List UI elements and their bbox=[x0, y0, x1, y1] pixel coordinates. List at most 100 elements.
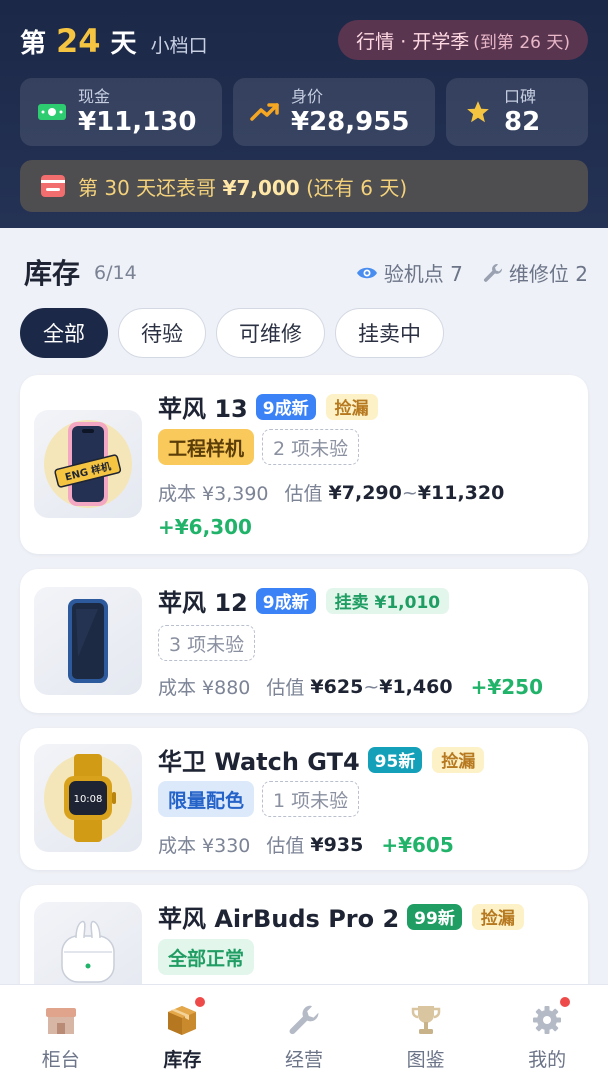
debt-text: 第 30 天还表哥 ¥7,000 (还有 6 天) bbox=[78, 172, 407, 201]
market-event-until: (到第 26 天) bbox=[473, 32, 570, 53]
listed-price-badge: 挂卖 ¥1,010 bbox=[325, 587, 450, 614]
profit-value: +¥605 bbox=[381, 832, 454, 857]
phone-icon: ENG 样机 bbox=[44, 420, 132, 508]
notification-dot bbox=[193, 995, 208, 1009]
debt-amount: ¥7,000 bbox=[222, 175, 300, 200]
inventory-item-card[interactable]: 10:08 华卫 Watch GT4 95新 捡漏 限量配色 1 项未验 成本 … bbox=[20, 728, 588, 870]
day-prefix: 第 bbox=[20, 29, 47, 59]
wrench-icon bbox=[483, 263, 502, 282]
shop-icon bbox=[42, 1001, 80, 1039]
stall-name: 小档口 bbox=[150, 35, 208, 57]
condition-badge: 9成新 bbox=[255, 393, 316, 420]
notification-dot bbox=[558, 995, 573, 1009]
profit-value: +¥250 bbox=[470, 674, 543, 699]
item-thumbnail: ENG 样机 bbox=[34, 410, 142, 518]
star-icon bbox=[458, 99, 498, 125]
filter-all[interactable]: 全部 bbox=[20, 308, 108, 358]
estimate-low: ¥7,290 bbox=[328, 481, 402, 504]
cash-value: ¥11,130 bbox=[78, 107, 197, 137]
nav-business[interactable]: 经营 bbox=[243, 985, 365, 1080]
nav-profile[interactable]: 我的 bbox=[486, 985, 608, 1080]
worth-value: ¥28,955 bbox=[291, 107, 410, 137]
estimate-label: 估值 bbox=[266, 835, 305, 857]
item-name: 苹风 12 bbox=[158, 589, 248, 617]
repair-slots-label: 维修位 2 bbox=[508, 262, 588, 286]
market-event-label: 行情 · 开学季 bbox=[356, 30, 470, 53]
estimate-high: ¥1,460 bbox=[379, 675, 453, 698]
cost-label: 成本 ¥3,390 bbox=[158, 483, 269, 505]
watch-icon: 10:08 bbox=[44, 754, 132, 842]
bargain-badge: 捡漏 bbox=[432, 746, 485, 773]
trend-up-icon bbox=[245, 101, 285, 123]
eye-icon bbox=[356, 267, 377, 278]
estimate-label: 估值 bbox=[266, 677, 305, 699]
debt-reminder[interactable]: 第 30 天还表哥 ¥7,000 (还有 6 天) bbox=[20, 160, 588, 212]
inventory-item-card[interactable]: 苹风 12 9成新 挂卖 ¥1,010 3 项未验 成本 ¥880 估值 ¥62… bbox=[20, 569, 588, 713]
estimate-low: ¥625 bbox=[310, 675, 364, 698]
cost-label: 成本 ¥330 bbox=[158, 835, 251, 857]
reputation-stat[interactable]: 口碑 82 bbox=[446, 78, 588, 146]
bill-icon bbox=[41, 175, 65, 197]
estimate-value: ¥935 bbox=[310, 833, 364, 856]
nav-collection[interactable]: 图鉴 bbox=[365, 985, 487, 1080]
inventory-meta: 验机点 7 维修位 2 bbox=[336, 258, 588, 287]
condition-badge: 9成新 bbox=[255, 587, 316, 614]
cash-label: 现金 bbox=[78, 87, 111, 106]
market-event-badge[interactable]: 行情 · 开学季 (到第 26 天) bbox=[338, 20, 588, 60]
repair-slots: 维修位 2 bbox=[483, 258, 588, 287]
limited-color-tag: 限量配色 bbox=[158, 781, 255, 817]
cash-stat[interactable]: 现金 ¥11,130 bbox=[20, 78, 222, 146]
estimate-high: ¥11,320 bbox=[417, 481, 505, 504]
nav-inventory[interactable]: 库存 bbox=[122, 985, 244, 1080]
item-thumbnail: 10:08 bbox=[34, 744, 142, 852]
cash-icon bbox=[32, 102, 72, 122]
trophy-icon bbox=[407, 1001, 445, 1039]
inspect-points: 验机点 7 bbox=[356, 258, 463, 287]
cost-label: 成本 ¥880 bbox=[158, 677, 251, 699]
nav-business-label: 经营 bbox=[284, 1049, 323, 1071]
item-name: 苹风 AirBuds Pro 2 bbox=[158, 905, 400, 933]
filter-listed[interactable]: 挂卖中 bbox=[335, 308, 444, 358]
nav-collection-label: 图鉴 bbox=[406, 1049, 445, 1071]
nav-counter[interactable]: 柜台 bbox=[0, 985, 122, 1080]
nav-inventory-label: 库存 bbox=[163, 1049, 202, 1071]
watch-time: 10:08 bbox=[74, 794, 103, 805]
worth-stat[interactable]: 身价 ¥28,955 bbox=[233, 78, 435, 146]
day-number: 24 bbox=[56, 22, 101, 60]
uninspected-tag[interactable]: 1 项未验 bbox=[262, 781, 360, 817]
day-indicator: 第 24 天 小档口 bbox=[20, 22, 208, 62]
bargain-badge: 捡漏 bbox=[471, 903, 524, 930]
condition-badge: 99新 bbox=[407, 903, 462, 930]
item-name: 华卫 Watch GT4 bbox=[158, 748, 360, 776]
debt-remaining: (还有 6 天) bbox=[306, 175, 408, 200]
box-icon bbox=[163, 995, 208, 1039]
nav-profile-label: 我的 bbox=[528, 1049, 567, 1071]
wrench-icon bbox=[285, 1001, 323, 1039]
filter-repairable[interactable]: 可维修 bbox=[216, 308, 325, 358]
uninspected-tag[interactable]: 2 项未验 bbox=[262, 429, 360, 465]
item-name: 苹风 13 bbox=[158, 395, 248, 423]
engineering-sample-tag: 工程样机 bbox=[158, 429, 255, 465]
debt-prefix: 第 30 天还表哥 bbox=[78, 175, 217, 200]
filter-tabs: 全部 待验 可维修 挂卖中 bbox=[20, 308, 454, 358]
inspect-points-label: 验机点 7 bbox=[383, 262, 463, 286]
gear-icon bbox=[528, 995, 573, 1039]
reputation-value: 82 bbox=[504, 107, 541, 137]
inventory-count: 6/14 bbox=[94, 262, 137, 284]
day-suffix: 天 bbox=[110, 29, 137, 59]
filter-pending-inspection[interactable]: 待验 bbox=[118, 308, 206, 358]
condition-badge: 95新 bbox=[367, 746, 423, 773]
item-thumbnail bbox=[34, 587, 142, 695]
inventory-item-card[interactable]: ENG 样机 苹风 13 9成新 捡漏 工程样机 2 项未验 成本 ¥3,390… bbox=[20, 375, 588, 554]
bottom-navigation: 柜台 库存 经营 图鉴 我的 bbox=[0, 984, 608, 1080]
bargain-badge: 捡漏 bbox=[325, 393, 378, 420]
inventory-title: 库存 bbox=[24, 257, 81, 290]
profit-value: +¥6,300 bbox=[158, 515, 252, 539]
estimate-label: 估值 bbox=[284, 483, 323, 505]
phone-icon bbox=[68, 599, 108, 683]
nav-counter-label: 柜台 bbox=[41, 1049, 80, 1071]
reputation-label: 口碑 bbox=[504, 87, 537, 106]
uninspected-tag[interactable]: 3 项未验 bbox=[158, 625, 256, 661]
worth-label: 身价 bbox=[291, 87, 324, 106]
all-normal-tag: 全部正常 bbox=[158, 939, 255, 975]
